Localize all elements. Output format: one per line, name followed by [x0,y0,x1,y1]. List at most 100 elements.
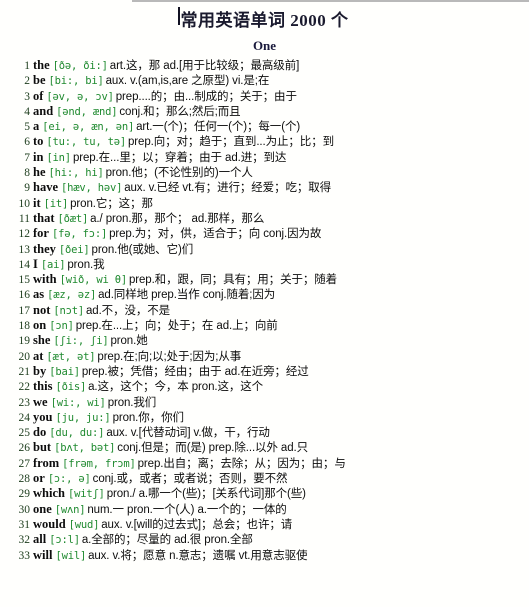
entry-headword: of [33,88,44,103]
entry-definition: num.一 pron.一个(人) a.一个的；一体的 [87,503,287,516]
entry-definition: a.全部的；尽量的 ad.很 pron.全部 [81,534,253,547]
entry-headword: do [33,425,47,440]
entry-phonetic: [bai] [49,365,80,378]
entry-definition: pron.你，你们 [112,411,184,424]
entry-headword: that [33,210,55,225]
entry-phonetic: [bʌt, bət] [54,442,116,455]
vocabulary-entry: 17 not [nɔt] ad.不，没，不是 [0,303,529,318]
entry-phonetic: [wʌn] [54,503,86,516]
entry-definition: prep.和，跟，同；具有；用；关于；随着 [128,274,338,287]
vocabulary-entry: 11 that [ðæt] a./ pron.那，那个； ad.那样，那么 [0,211,529,226]
entry-number: 5 [24,121,30,134]
entry-phonetic: [ju, ju:] [55,411,111,424]
entry-definition: aux. v.将；愿意 n.意志；遗嘱 vt.用意志驱使 [88,549,308,562]
entry-number: 22 [18,381,31,394]
entry-definition: pron./ a.哪一个(些)；[关系代词]那个(些) [106,488,306,501]
entry-definition: ad.同样地 prep.当作 conj.随着;因为 [98,289,276,302]
entry-definition: prep.在...上；向；处于；在 ad.上；向前 [75,320,278,333]
entry-number: 9 [24,182,30,195]
vocabulary-entry: 33 will [wil] aux. v.将；愿意 n.意志；遗嘱 vt.用意志驱使 [0,548,529,563]
entry-headword: a [33,119,40,134]
entry-definition: prep.在;向;以;处于;因为;从事 [97,350,242,363]
entry-definition: conj.或，或者；或者说；否则，要不然 [92,473,288,486]
entry-definition: pron.她 [110,335,148,348]
entry-headword: would [33,516,66,531]
entry-phonetic: [ənd, ænd] [56,105,118,118]
vocabulary-entry: 8 he [hi:, hi] pron.他；(不论性别的)一个人 [0,165,529,180]
vocabulary-entry: 14 I [ai] pron.我 [0,257,529,272]
entry-headword: to [33,134,44,149]
entry-headword: or [33,471,45,486]
vocabulary-entry: 26 but [bʌt, bət] conj.但是；而(是) prep.除...以外 … [0,440,529,455]
entry-number: 28 [18,473,31,486]
entry-phonetic: [ei, ə, æn, ən] [42,121,135,134]
entry-phonetic: [hæv, həv] [61,182,123,195]
vocabulary-entry: 15 with [wið, wi θ] prep.和，跟，同；具有；用；关于；随着 [0,272,529,287]
entry-headword: all [33,532,47,547]
entry-definition: prep.被；凭借；经由；由于 ad.在近旁；经过 [81,365,309,378]
section-heading-row: One [0,37,529,55]
vocabulary-entry: 21 by [bai] prep.被；凭借；经由；由于 ad.在近旁；经过 [0,364,529,379]
entry-definition: prep.出自；离；去除；从；因为；由；与 [137,457,346,470]
entry-definition: aux. v.已经 vt.有；进行；经爱；吃；取得 [124,182,332,195]
entry-phonetic: [ðæt] [57,212,89,225]
entry-number: 26 [18,442,31,455]
vocabulary-entry: 28 or [ɔ:, ə] conj.或，或者；或者说；否则，要不然 [0,471,529,486]
vocabulary-entry: 10 it [it] pron.它；这；那 [0,196,529,211]
entry-definition: art.这，那 ad.[用于比较级；最高级前] [109,60,300,72]
entry-definition: aux. v.[代替动词] v.做，干，行动 [106,427,270,440]
entry-headword: at [33,348,44,363]
entry-number: 4 [24,105,30,118]
entry-headword: we [33,394,48,409]
entry-phonetic: [wil] [55,549,87,562]
entry-headword: and [33,103,54,118]
entry-headword: will [33,547,53,562]
vocabulary-entry: 27 from [frəm, frɔm] prep.出自；离；去除；从；因为；由；与 [0,456,529,471]
entry-phonetic: [bi:, bi] [48,75,104,88]
entry-definition: a.这，这个；今，本 pron.这，这个 [88,381,264,394]
entry-phonetic: [du, du:] [49,427,105,440]
entry-number: 19 [18,335,31,348]
entry-definition: art.一(个)；任何一(个)；每一(个) [136,121,301,134]
entry-number: 1 [24,60,30,72]
entry-headword: which [33,486,65,501]
entry-number: 10 [18,197,31,210]
entry-phonetic: [ai] [40,258,66,271]
vocabulary-entry: 19 she [ʃi:, ʃi] pron.她 [0,333,529,348]
entry-headword: with [33,272,57,287]
entry-headword: the [33,58,50,72]
entry-number: 24 [18,411,31,424]
entry-headword: from [33,455,60,470]
entry-definition: pron.它；这；那 [70,197,153,210]
entry-phonetic: [nɔt] [53,304,84,317]
vocabulary-entry: 30 one [wʌn] num.一 pron.一个(人) a.一个的；一体的 [0,502,529,517]
entry-definition: conj.但是；而(是) prep.除...以外 ad.只 [117,442,309,455]
text-caret [177,7,180,25]
entry-headword: he [33,165,46,180]
entry-headword: for [33,226,49,241]
entry-number: 3 [24,90,30,103]
entry-phonetic: [ɔ:l] [49,534,80,547]
entry-phonetic: [ðis] [55,381,87,394]
entry-phonetic: [ɔn] [49,320,74,333]
entry-number: 14 [18,258,31,271]
entry-phonetic: [əv, ə, ɔv] [46,90,114,103]
vocabulary-entry: 7 in [in] prep.在...里；以；穿着；由于 ad.进；到达 [0,150,529,165]
entry-headword: I [33,256,38,271]
entry-number: 6 [24,136,30,149]
entry-headword: it [33,195,41,210]
entry-headword: in [33,149,44,164]
entry-definition: a./ pron.那，那个； ad.那样，那么 [90,212,265,225]
entry-number: 12 [18,228,31,241]
entry-headword: you [33,409,53,424]
entry-phonetic: [wud] [68,518,100,531]
vocabulary-entry: 20 at [æt, ət] prep.在;向;以;处于;因为;从事 [0,349,529,364]
vocabulary-entry: 18 on [ɔn] prep.在...上；向；处于；在 ad.上；向前 [0,318,529,333]
entry-number: 23 [18,396,31,409]
vocabulary-entry: 3 of [əv, ə, ɔv] prep....的；由...制成的；关于；由于 [0,89,529,104]
page-title: 常用英语单词 2000 个 [177,6,349,31]
entry-definition: pron.我 [67,258,105,271]
vocabulary-entry: 22 this [ðis] a.这，这个；今，本 pron.这，这个 [0,379,529,394]
entry-number: 17 [18,304,31,317]
entry-headword: she [33,333,51,348]
